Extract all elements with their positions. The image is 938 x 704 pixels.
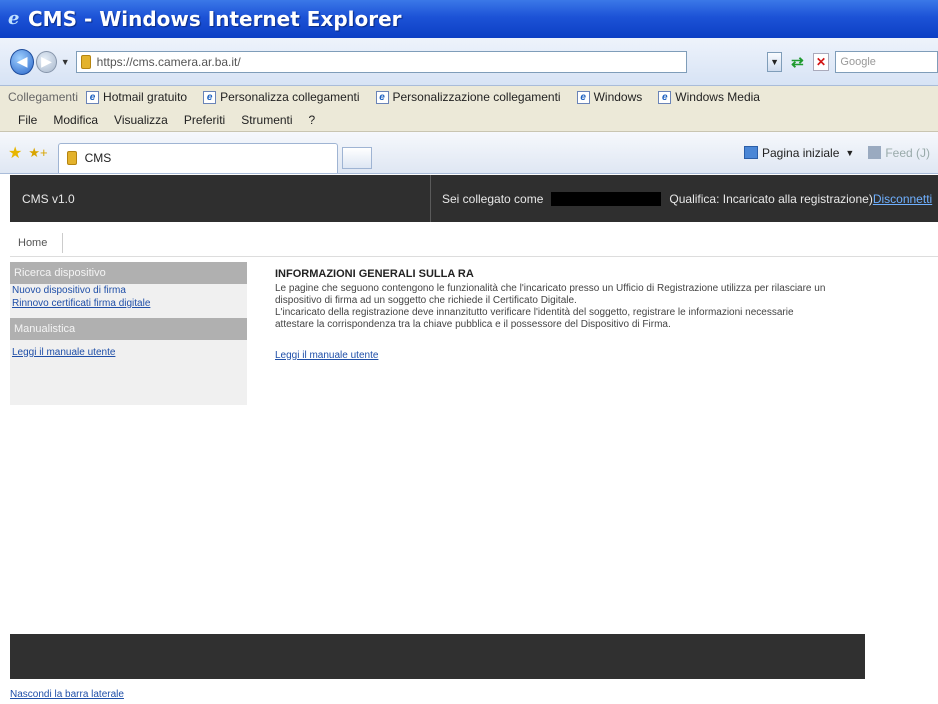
breadcrumb-home[interactable]: Home [18,237,47,249]
menu-visualizza[interactable]: Visualizza [114,113,168,127]
back-button[interactable]: ◀ [10,48,35,75]
sidebar-section-manualistica: Manualistica [10,318,247,340]
add-favorite-icon[interactable]: ★+ [28,145,47,161]
link-windows[interactable]: e Windows [576,90,642,104]
page-title: INFORMAZIONI GENERALI SULLA RA [275,268,474,280]
login-prefix: Sei collegato come [442,192,544,206]
address-dropdown-icon[interactable]: ▼ [767,51,783,72]
page-lock-icon [80,54,91,69]
home-button[interactable]: Pagina iniziale [762,146,839,160]
search-input[interactable]: Google [835,50,938,73]
logout-link[interactable]: Disconnetti [873,192,932,206]
user-qualifier: Qualifica: Incaricato alla registrazione… [669,192,873,206]
tab-cms[interactable]: CMS [57,142,338,173]
link-windows-media[interactable]: e Windows Media [658,90,760,104]
page-footer [10,634,865,679]
refresh-icon[interactable]: ⇄ [788,52,807,72]
address-toolbar: ◀ ▶ ▼ https://cms.camera.ar.ba.it/ ▼ ⇄ ✕… [0,38,938,86]
ie-page-icon: e [203,90,217,104]
sidebar-link-nuovo-dispositivo[interactable]: Nuovo dispositivo di firma [10,284,247,297]
feeds-button[interactable]: Feed (J) [885,146,930,160]
app-header: CMS v1.0 Sei collegato come Qualifica: I… [10,175,938,222]
favorites-star-icon[interactable]: ★ [8,143,22,163]
tab-label: CMS [84,151,112,165]
content-paragraph-1: Le pagine che seguono contengono le funz… [275,283,826,294]
new-tab-button[interactable] [341,146,372,169]
sidebar: Ricerca dispositivo Nuovo dispositivo di… [10,262,247,405]
breadcrumb: Home [10,229,938,257]
app-name: CMS v1.0 [22,192,75,206]
window-title-bar: e CMS - Windows Internet Explorer [0,0,938,38]
menu-file[interactable]: File [18,113,37,127]
tab-bar: ★ ★+ CMS Pagina iniziale ▼ Feed (J) [0,132,938,174]
tab-page-icon [66,151,77,165]
main-content: INFORMAZIONI GENERALI SULLA RA Le pagine… [275,268,875,362]
menu-modifica[interactable]: Modifica [53,113,98,127]
content-paragraph-3: L'incaricato della registrazione deve in… [275,307,794,318]
links-bar: Collegamenti e Hotmail gratuito e Personal… [0,86,938,108]
menu-strumenti[interactable]: Strumenti [241,113,292,127]
feed-icon[interactable] [868,146,882,159]
hide-sidebar-link[interactable]: Nascondi la barra laterale [10,689,124,700]
history-dropdown-icon[interactable]: ▼ [61,57,70,67]
stop-icon[interactable]: ✕ [812,52,830,71]
menu-bar: File Modifica Visualizza Preferiti Strum… [0,108,938,132]
content-paragraph-4: attestare la corrispondenza tra la chiav… [275,319,671,330]
home-dropdown-icon[interactable]: ▼ [845,148,854,158]
window-title: CMS - Windows Internet Explorer [28,7,402,31]
ie-page-icon: e [576,90,590,104]
breadcrumb-separator [53,232,64,253]
ie-page-icon: e [658,90,672,104]
menu-preferiti[interactable]: Preferiti [184,113,225,127]
content-paragraph-2: dispositivo di firma ad un soggetto che … [275,295,577,306]
address-url[interactable]: https://cms.camera.ar.ba.it/ [97,55,241,69]
home-icon[interactable] [744,146,758,159]
link-personalizzazione[interactable]: e Personalizzazione collegamenti [375,90,561,104]
links-bar-label: Collegamenti [8,90,79,104]
redacted-username [551,192,662,206]
header-divider [430,175,431,222]
link-personalizza[interactable]: e Personalizza collegamenti [203,90,360,104]
command-bar: Pagina iniziale ▼ Feed (J) [744,146,938,160]
menu-help[interactable]: ? [309,113,316,127]
ie-page-icon: e [375,90,389,104]
link-hotmail[interactable]: e Hotmail gratuito [86,90,187,104]
sidebar-section-ricerca: Ricerca dispositivo [10,262,247,284]
manual-link[interactable]: Leggi il manuale utente [275,349,378,362]
forward-button[interactable]: ▶ [36,50,57,73]
ie-page-icon: e [86,90,100,104]
login-info: Sei collegato come Qualifica: Incaricato… [442,192,932,206]
sidebar-link-manuale[interactable]: Leggi il manuale utente [10,346,247,359]
address-bar[interactable]: https://cms.camera.ar.ba.it/ [75,50,688,73]
internet-explorer-icon: e [8,8,20,29]
sidebar-link-rinnovo[interactable]: Rinnovo certificati firma digitale [10,297,247,310]
